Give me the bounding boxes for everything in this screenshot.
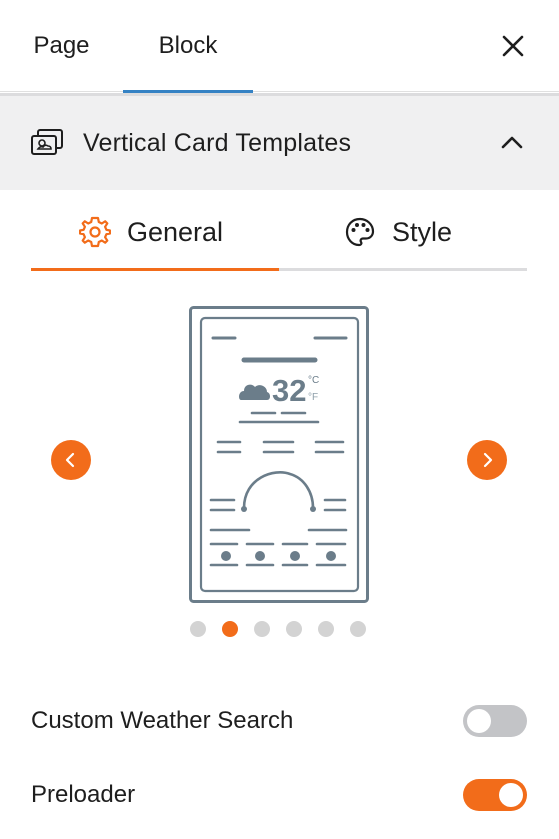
carousel-dot[interactable]: [190, 621, 206, 637]
preview-unit-c: °C: [308, 375, 319, 386]
preloader-toggle[interactable]: [463, 779, 527, 811]
carousel-dot[interactable]: [318, 621, 334, 637]
tab-block[interactable]: Block: [123, 0, 253, 93]
setting-preloader: Preloader: [31, 777, 527, 813]
tab-general[interactable]: General: [78, 196, 224, 268]
carousel-dot[interactable]: [286, 621, 302, 637]
panel-title: Vertical Card Templates: [83, 128, 352, 157]
tab-underline: [31, 268, 527, 271]
tab-page[interactable]: Page: [0, 0, 123, 92]
carousel-next-button[interactable]: [467, 440, 507, 480]
palette-icon: [344, 216, 376, 248]
chevron-right-icon: [483, 452, 493, 468]
close-icon[interactable]: [495, 28, 531, 64]
carousel-dot[interactable]: [254, 621, 270, 637]
toggle-knob: [499, 783, 523, 807]
custom-weather-search-toggle[interactable]: [463, 705, 527, 737]
carousel-dot[interactable]: [222, 621, 238, 637]
setting-label: Custom Weather Search: [31, 707, 294, 734]
sidebar-tabs: Page Block: [0, 0, 559, 93]
toggle-knob: [467, 709, 491, 733]
template-preview[interactable]: 32 °C °F: [189, 306, 370, 603]
carousel-dot[interactable]: [350, 621, 366, 637]
tab-general-label: General: [127, 216, 224, 247]
setting-label: Preloader: [31, 781, 136, 808]
preview-unit-f: °F: [308, 392, 318, 403]
gear-icon: [78, 216, 112, 248]
card-templates-icon: [30, 128, 64, 158]
tab-active-indicator: [31, 268, 279, 271]
panel-header[interactable]: Vertical Card Templates: [0, 93, 559, 190]
tab-style[interactable]: Style: [344, 196, 452, 268]
carousel-pagination: [190, 621, 366, 637]
settings-tabs: General Style: [31, 196, 527, 274]
chevron-up-icon[interactable]: [499, 130, 525, 156]
carousel-prev-button[interactable]: [51, 440, 91, 480]
preview-temperature: 32: [272, 373, 306, 408]
chevron-left-icon: [65, 452, 75, 468]
setting-custom-weather-search: Custom Weather Search: [31, 703, 527, 739]
tab-style-label: Style: [392, 216, 453, 247]
